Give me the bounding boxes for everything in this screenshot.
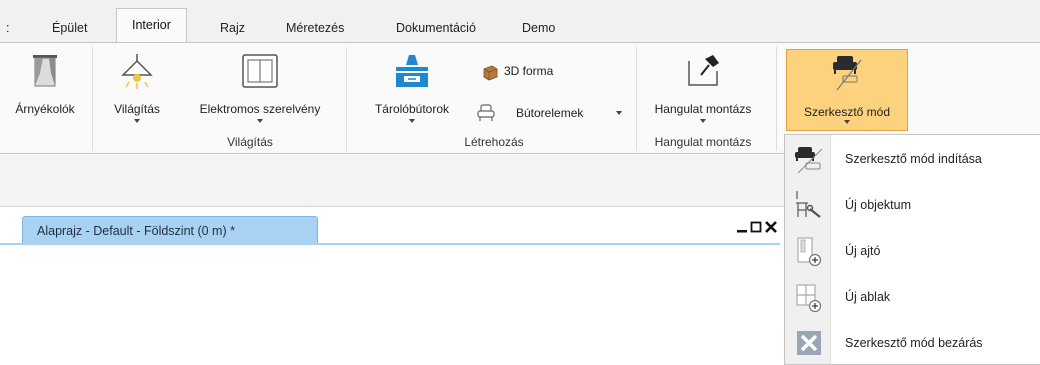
menu-item-szerkeszto-inditasa[interactable]: Szerkesztő mód indítása [785, 137, 1040, 183]
document-tab[interactable]: Alaprajz - Default - Földszint (0 m) * [22, 216, 318, 244]
ribbon-separator [776, 47, 777, 151]
maximize-icon[interactable] [750, 218, 762, 236]
electrical-switch-icon [242, 54, 278, 88]
vilagitas-button[interactable]: Világítás [102, 47, 172, 131]
tab-meretezes[interactable]: Méretezés [286, 14, 344, 42]
ribbon-separator [346, 47, 347, 151]
ribbon-tab-strip: : Épület Interior Rajz Méretezés Dokumen… [0, 0, 1040, 43]
menu-item-uj-ajto[interactable]: Új ajtó [785, 229, 1040, 275]
ceiling-lamp-icon [121, 54, 153, 89]
menu-item-uj-objektum[interactable]: Új objektum [785, 183, 1040, 229]
3d-shape-icon [483, 65, 498, 81]
close-icon[interactable] [764, 218, 778, 236]
3d-forma-button[interactable]: 3D forma [480, 59, 580, 83]
new-door-icon [797, 237, 822, 267]
menu-item-label: Szerkesztő mód indítása [845, 152, 982, 166]
szerkeszto-mod-button[interactable]: Szerkesztő mód [786, 49, 908, 131]
ribbon-separator [636, 47, 637, 151]
3d-forma-label: 3D forma [504, 64, 554, 78]
butorelemek-label: Bútorelemek [516, 106, 584, 120]
menu-item-label: Szerkesztő mód bezárás [845, 336, 983, 350]
new-object-icon [796, 191, 821, 218]
arnyekolok-button[interactable]: Árnyékolók [0, 47, 90, 131]
curtain-icon [33, 55, 57, 87]
tab-interior[interactable]: Interior [116, 8, 187, 43]
group-title-vilagitas: Világítás [227, 135, 273, 149]
tarolobutorok-button[interactable]: Tárolóbútorok [362, 47, 462, 131]
minimize-icon[interactable] [736, 218, 748, 236]
tab-dokumentacio[interactable]: Dokumentáció [396, 14, 476, 42]
group-title-hangulat: Hangulat montázs [654, 135, 752, 149]
document-tab-title: Alaprajz - Default - Földszint (0 m) * [37, 224, 235, 238]
sofa-edit-icon [795, 147, 823, 174]
elektromos-label: Elektromos szerelvény [199, 102, 321, 116]
ribbon-separator [92, 47, 93, 151]
arnyekolok-label: Árnyékolók [15, 102, 75, 116]
chevron-down-icon [844, 120, 850, 124]
tab-rajz[interactable]: Rajz [220, 14, 245, 42]
menu-item-label: Új ajtó [845, 244, 881, 258]
menu-item-label: Új ablak [845, 290, 891, 304]
tab-demo[interactable]: Demo [522, 14, 555, 42]
armchair-icon [477, 104, 495, 121]
szerkeszto-label: Szerkesztő mód [803, 105, 891, 119]
document-tab-underline [0, 243, 780, 245]
szerkeszto-mod-dropdown: Szerkesztő mód indítása Új objektum Új a… [784, 134, 1040, 365]
vilagitas-label: Világítás [114, 102, 160, 116]
tab-partial[interactable]: : [6, 14, 9, 42]
tab-epulet[interactable]: Épület [52, 14, 87, 42]
chevron-down-icon [409, 119, 415, 123]
chevron-down-icon [700, 119, 706, 123]
kitchen-cabinet-icon [396, 55, 428, 87]
chevron-down-icon [616, 111, 622, 115]
menu-item-szerkeszto-bezaras[interactable]: Szerkesztő mód bezárás [785, 321, 1040, 365]
pushpin-board-icon [688, 55, 719, 86]
close-x-icon [797, 331, 821, 355]
document-area: Alaprajz - Default - Földszint (0 m) * [0, 208, 790, 365]
menu-item-uj-ablak[interactable]: Új ablak [785, 275, 1040, 321]
hangulat-label: Hangulat montázs [654, 102, 752, 116]
tarolobutorok-label: Tárolóbútorok [374, 102, 450, 116]
butorelemek-button[interactable]: Bútorelemek [476, 101, 626, 125]
chevron-down-icon [134, 119, 140, 123]
new-window-icon [796, 284, 822, 313]
menu-item-label: Új objektum [845, 198, 911, 212]
elektromos-szerelveny-button[interactable]: Elektromos szerelvény [180, 47, 340, 131]
chevron-down-icon [257, 119, 263, 123]
group-title-letrehozas: Létrehozás [464, 135, 524, 149]
hangulat-montazs-button[interactable]: Hangulat montázs [640, 47, 766, 131]
sofa-edit-icon [833, 56, 862, 91]
